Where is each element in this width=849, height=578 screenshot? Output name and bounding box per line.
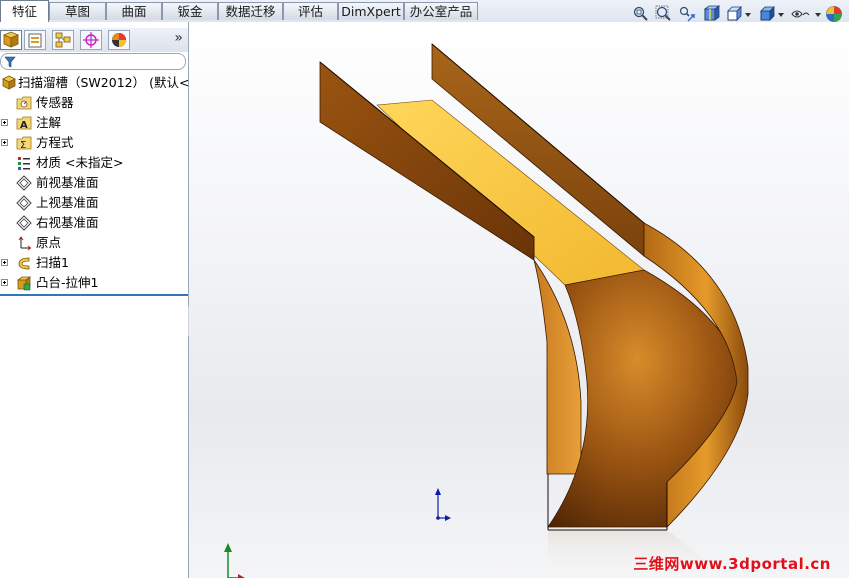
display-manager-tab[interactable] [108,30,130,50]
feature-manager-panel: » 扫描溜槽（SW2012） (默认<< 传感器 A 注解 Σ 方程式 材质 <… [0,22,200,578]
tab-surfaces[interactable]: 曲面 [106,2,162,20]
plane-icon [16,175,32,191]
svg-text:A: A [20,120,28,131]
watermark-text: 三维网www.3dportal.cn [633,555,831,573]
view-orientation-dropdown-icon[interactable] [745,13,751,17]
tree-item-label: 凸台-拉伸1 [36,275,99,290]
tree-item-label: 注解 [36,115,62,130]
sweep-feature-icon [18,257,30,270]
tree-item-right-plane[interactable]: 右视基准面 [0,213,188,233]
property-manager-icon [28,33,42,48]
tree-item-label: 方程式 [36,135,74,150]
chute-3d-model[interactable] [189,22,849,578]
annotations-folder-icon: A [16,116,32,131]
tree-root-label: 扫描溜槽（SW2012） (默认<< [18,75,200,90]
svg-text:Σ: Σ [20,140,26,151]
tree-root-part[interactable]: 扫描溜槽（SW2012） (默认<< [0,73,200,93]
tree-item-sensors[interactable]: 传感器 [0,93,188,113]
previous-view-icon[interactable] [678,5,696,23]
tree-item-annotations[interactable]: A 注解 [0,113,188,133]
configuration-manager-tab[interactable] [52,30,74,50]
origin-icon [18,236,32,251]
expand-toggle-icon[interactable] [1,259,8,266]
display-style-icon[interactable] [758,5,776,23]
part-icon [2,75,16,90]
zoom-to-area-icon[interactable] [655,5,673,23]
property-manager-tab[interactable] [24,30,46,50]
tab-dimxpert[interactable]: DimXpert [338,2,404,20]
feature-manager-icon [2,31,20,48]
tree-item-label: 扫描1 [36,255,69,270]
view-orientation-icon[interactable] [725,5,743,23]
tree-item-label: 右视基准面 [36,215,99,230]
tab-sheet-metal[interactable]: 钣金 [162,2,218,20]
expand-toggle-icon[interactable] [1,139,8,146]
dimxpert-manager-icon [83,32,99,48]
manager-tabs: » [0,28,188,52]
collapse-panel-icon[interactable]: » [174,30,183,46]
tree-item-front-plane[interactable]: 前视基准面 [0,173,188,193]
plane-icon [16,195,32,211]
material-icon [18,157,30,170]
hide-show-items-icon[interactable] [791,5,813,23]
tab-office-products[interactable]: 办公室产品 [404,2,478,20]
section-view-icon[interactable] [702,5,720,23]
equations-folder-icon: Σ [16,136,32,151]
display-style-dropdown-icon[interactable] [778,13,784,17]
tree-item-equations[interactable]: Σ 方程式 [0,133,188,153]
appearance-icon[interactable] [825,5,843,23]
tree-item-label: 传感器 [36,95,74,110]
zoom-to-fit-icon[interactable] [632,5,650,23]
hide-show-dropdown-icon[interactable] [815,13,821,17]
command-manager-tabs: 特征 草图 曲面 钣金 数据迁移 评估 DimXpert 办公室产品 [0,0,849,23]
tree-item-material[interactable]: 材质 <未指定> [0,153,188,173]
tree-item-label: 原点 [36,235,62,250]
tree-item-label: 前视基准面 [36,175,99,190]
expand-toggle-icon[interactable] [1,279,8,286]
tab-sketch[interactable]: 草图 [49,2,106,20]
configuration-manager-icon [55,32,71,48]
reference-triad-icon [224,543,245,578]
tab-data-migration[interactable]: 数据迁移 [218,2,283,20]
sensor-folder-icon [16,96,32,110]
tree-item-extrude1[interactable]: 凸台-拉伸1 [0,273,188,293]
tree-item-label: 材质 <未指定> [36,155,124,170]
filter-icon [4,56,16,68]
graphics-area[interactable]: 三维网www.3dportal.cn [189,22,849,578]
tab-features[interactable]: 特征 [0,0,49,22]
tree-divider[interactable] [0,294,188,296]
dimxpert-manager-tab[interactable] [80,30,102,50]
tree-item-origin[interactable]: 原点 [0,233,188,253]
plane-icon [16,215,32,231]
tab-evaluate[interactable]: 评估 [283,2,338,20]
origin-triad-icon [435,488,451,521]
model-edge [319,61,535,238]
feature-manager-tab[interactable] [0,30,22,50]
tree-item-label: 上视基准面 [36,195,99,210]
extrude-feature-icon [16,276,32,291]
display-manager-icon [112,33,126,47]
tree-item-top-plane[interactable]: 上视基准面 [0,193,188,213]
expand-toggle-icon[interactable] [1,119,8,126]
tree-filter-input[interactable] [0,53,186,70]
tree-item-sweep1[interactable]: 扫描1 [0,253,188,273]
